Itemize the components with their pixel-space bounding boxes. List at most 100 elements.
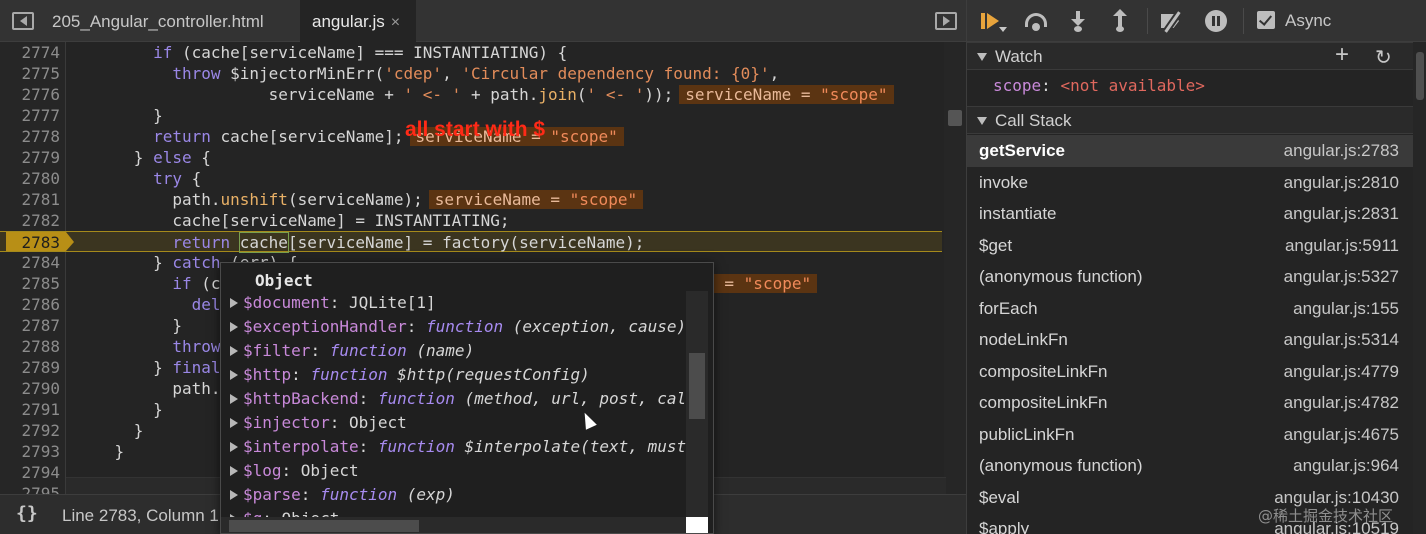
scrollbar-thumb[interactable] [689,353,705,419]
expand-arrow-icon[interactable] [230,418,238,428]
line-number[interactable]: 2780 [0,168,60,189]
expand-arrow-icon[interactable] [230,298,238,308]
popover-horizontal-scrollbar[interactable] [221,517,686,533]
call-frame[interactable]: invoke angular.js:2810 [967,167,1413,199]
step-out-button[interactable] [1107,9,1133,33]
code-line[interactable]: 2774 if (cache[serviceName] === INSTANTI… [0,42,942,63]
line-number[interactable]: 2778 [0,126,60,147]
toggle-debugger-icon[interactable] [935,12,957,30]
object-property[interactable]: $exceptionHandler: function (exception, … [221,315,691,339]
object-property[interactable]: $http: function $http(requestConfig) [221,363,691,387]
call-frame[interactable]: nodeLinkFn angular.js:5314 [967,324,1413,356]
current-execution-line[interactable]: 2783 return cache[serviceName] = factory… [0,231,942,253]
frame-location[interactable]: angular.js:2831 [1284,204,1399,224]
checkbox-checked-icon[interactable] [1257,11,1275,29]
line-number[interactable]: 2777 [0,105,60,126]
call-frame[interactable]: (anonymous function) angular.js:964 [967,450,1413,482]
frame-location[interactable]: angular.js:4675 [1284,425,1399,445]
expand-arrow-icon[interactable] [230,442,238,452]
step-into-button[interactable] [1065,9,1091,33]
line-number[interactable]: 2784 [0,252,60,273]
tab-angular-js[interactable]: angular.js × [300,0,416,42]
code-line[interactable]: 2780 try { [0,168,942,189]
call-frame[interactable]: publicLinkFn angular.js:4675 [967,419,1413,451]
watch-section-header[interactable]: Watch + ↻ [967,41,1413,70]
object-property[interactable]: $parse: function (exp) [221,483,691,507]
expand-arrow-icon[interactable] [230,490,238,500]
frame-location[interactable]: angular.js:5314 [1284,330,1399,350]
editor-vertical-scrollbar[interactable] [944,42,966,494]
expand-arrow-icon[interactable] [230,322,238,332]
expand-arrow-icon[interactable] [230,346,238,356]
object-property[interactable]: $filter: function (name) [221,339,691,363]
line-number[interactable]: 2789 [0,357,60,378]
line-number[interactable]: 2779 [0,147,60,168]
frame-location[interactable]: angular.js:964 [1293,456,1399,476]
frame-location[interactable]: angular.js:2810 [1284,173,1399,193]
line-number[interactable]: 2781 [0,189,60,210]
expand-arrow-icon[interactable] [230,394,238,404]
line-number[interactable]: 2786 [0,294,60,315]
line-number[interactable]: 2785 [0,273,60,294]
line-number[interactable]: 2793 [0,441,60,462]
scrollbar-thumb[interactable] [1416,52,1424,100]
toggle-navigator-icon[interactable] [12,12,34,30]
code-line[interactable]: 2781 path.unshift(serviceName); serviceNa… [0,189,942,210]
code-line[interactable]: 2775 throw $injectorMinErr('cdep', 'Circ… [0,63,942,84]
code-line[interactable]: 2779 } else { [0,147,942,168]
object-property[interactable]: $log: Object [221,459,691,483]
call-frame[interactable]: $get angular.js:5911 [967,230,1413,262]
call-frame[interactable]: forEach angular.js:155 [967,293,1413,325]
call-stack-section-header[interactable]: Call Stack [967,106,1413,134]
frame-location[interactable]: angular.js:4779 [1284,362,1399,382]
close-tab-icon[interactable]: × [391,14,400,31]
expand-arrow-icon[interactable] [230,466,238,476]
line-number[interactable]: 2774 [0,42,60,63]
object-property[interactable]: $interpolate: function $interpolate(text… [221,435,691,459]
tab-html-file[interactable]: 205_Angular_controller.html [40,0,298,42]
pretty-print-button[interactable]: {} [16,503,38,524]
expand-arrow-icon[interactable] [230,370,238,380]
chevron-down-icon[interactable] [977,117,987,125]
sidebar-scrollbar[interactable] [1413,42,1426,534]
call-frame[interactable]: compositeLinkFn angular.js:4782 [967,387,1413,419]
chevron-down-icon[interactable] [977,53,987,61]
line-number[interactable]: 2787 [0,315,60,336]
frame-location[interactable]: angular.js:4782 [1284,393,1399,413]
call-frame[interactable]: compositeLinkFn angular.js:4779 [967,356,1413,388]
scrollbar-thumb[interactable] [229,520,419,532]
pause-on-exceptions-button[interactable] [1203,9,1229,33]
frame-location[interactable]: angular.js:5327 [1284,267,1399,287]
line-number[interactable]: 2790 [0,378,60,399]
call-frame[interactable]: (anonymous function) angular.js:5327 [967,261,1413,293]
call-frame-selected[interactable]: getService angular.js:2783 [967,135,1413,167]
code-line[interactable]: 2782 cache[serviceName] = INSTANTIATING; [0,210,942,231]
watch-expression[interactable]: scope: <not available> [993,76,1205,95]
frame-location[interactable]: angular.js:2783 [1284,141,1399,161]
object-popover[interactable]: Object $document: JQLite[1] $exceptionHa… [220,262,714,534]
add-watch-button[interactable]: + [1335,41,1349,69]
object-property[interactable]: $httpBackend: function (method, url, pos… [221,387,691,411]
line-number[interactable]: 2782 [0,210,60,231]
line-number[interactable]: 2794 [0,462,60,483]
scrollbar-thumb[interactable] [948,110,962,126]
code-line[interactable]: 2776 serviceName + ' <- ' + path.join(' … [0,84,942,105]
resume-button[interactable] [979,9,1007,33]
line-number[interactable]: 2795 [0,483,60,494]
object-property[interactable]: $document: JQLite[1] [221,291,691,315]
refresh-watch-icon[interactable]: ↻ [1375,45,1392,70]
line-number[interactable]: 2776 [0,84,60,105]
frame-location[interactable]: angular.js:155 [1293,299,1399,319]
frame-location[interactable]: angular.js:5911 [1285,236,1399,256]
line-number[interactable]: 2791 [0,399,60,420]
deactivate-breakpoints-button[interactable] [1159,9,1185,33]
line-number[interactable]: 2792 [0,420,60,441]
call-frame[interactable]: instantiate angular.js:2831 [967,198,1413,230]
popover-vertical-scrollbar[interactable] [686,291,708,517]
object-property[interactable]: $injector: Object [221,411,691,435]
line-number[interactable]: 2775 [0,63,60,84]
execution-marker[interactable]: 2783 [6,232,74,252]
line-number[interactable]: 2788 [0,336,60,357]
step-over-button[interactable] [1023,9,1049,33]
chevron-down-icon[interactable] [999,27,1007,32]
